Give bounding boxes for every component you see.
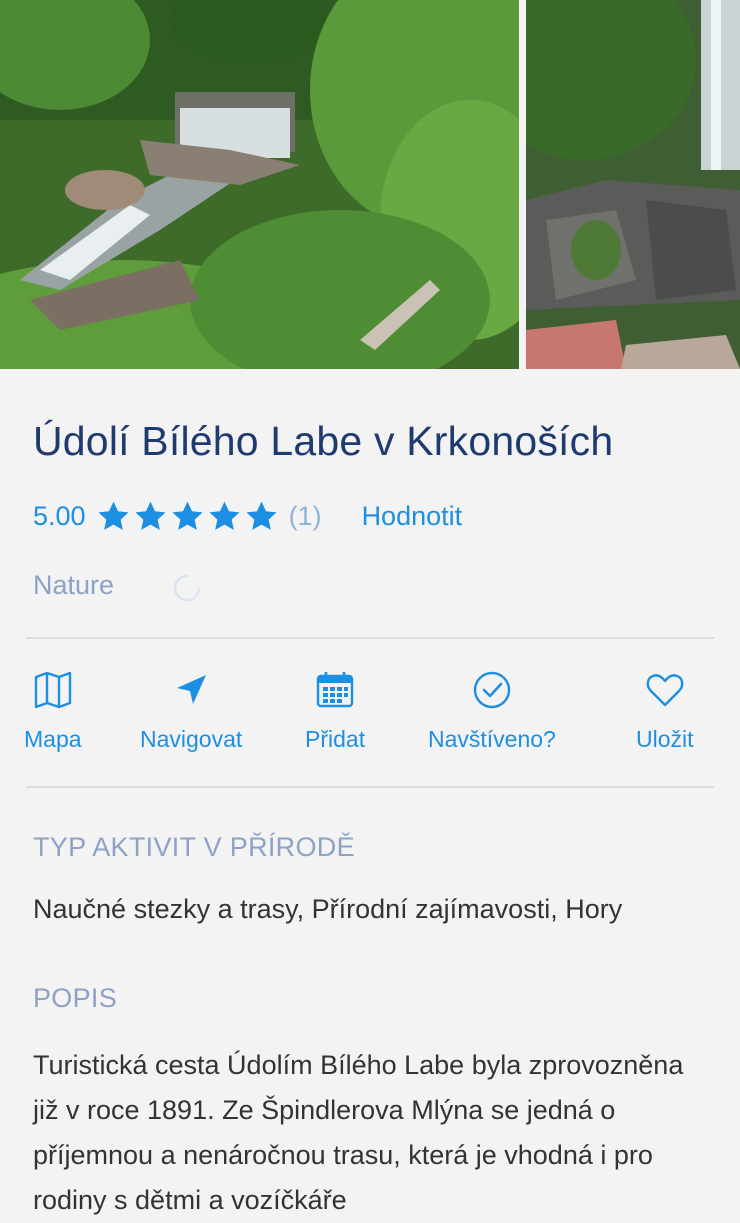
heart-icon [643,668,687,712]
loading-spinner-icon [172,573,202,603]
star-icon [133,499,168,534]
visited-button-label: Navštíveno? [428,726,556,752]
activity-type-text: Naučné stezky a trasy, Přírodní zajímavo… [33,894,623,924]
rating-count[interactable]: (1) [289,501,322,532]
save-button[interactable]: Uložit [636,668,694,753]
rating-stars [96,499,281,534]
place-title: Údolí Bílého Labe v Krkonoších [33,418,614,464]
divider [26,786,714,788]
map-icon [31,668,75,712]
action-bar: Mapa Navigovat Přidat Navštíveno? Uložit [0,668,740,768]
add-button-label: Přidat [305,726,366,752]
star-icon [170,499,205,534]
description-heading: POPIS [33,983,118,1013]
rating-row: 5.00 (1) Hodnotit [33,496,462,536]
star-icon [96,499,131,534]
rate-button[interactable]: Hodnotit [362,501,463,532]
rating-value: 5.00 [33,500,86,531]
visited-button[interactable]: Navštíveno? [428,668,556,753]
check-circle-icon [470,668,514,712]
gallery-photo-waterfall-valley[interactable] [0,0,519,369]
navigate-button[interactable]: Navigovat [140,668,242,753]
star-icon [207,499,242,534]
description-text: Turistická cesta Údolím Bílého Labe byla… [33,1050,684,1215]
star-icon [244,499,279,534]
gallery-photo-rocks-waterfall[interactable] [526,0,740,369]
map-button[interactable]: Mapa [24,668,82,753]
save-button-label: Uložit [636,726,694,752]
activity-type-heading: TYP AKTIVIT V PŘÍRODĚ [33,832,355,862]
navigate-button-label: Navigovat [140,726,243,752]
divider [26,637,714,639]
add-button[interactable]: Přidat [305,668,365,753]
calendar-icon [313,668,357,712]
category-label: Nature [33,570,115,600]
photo-gallery[interactable] [0,0,740,369]
map-button-label: Mapa [24,726,82,752]
navigation-arrow-icon [169,668,213,712]
